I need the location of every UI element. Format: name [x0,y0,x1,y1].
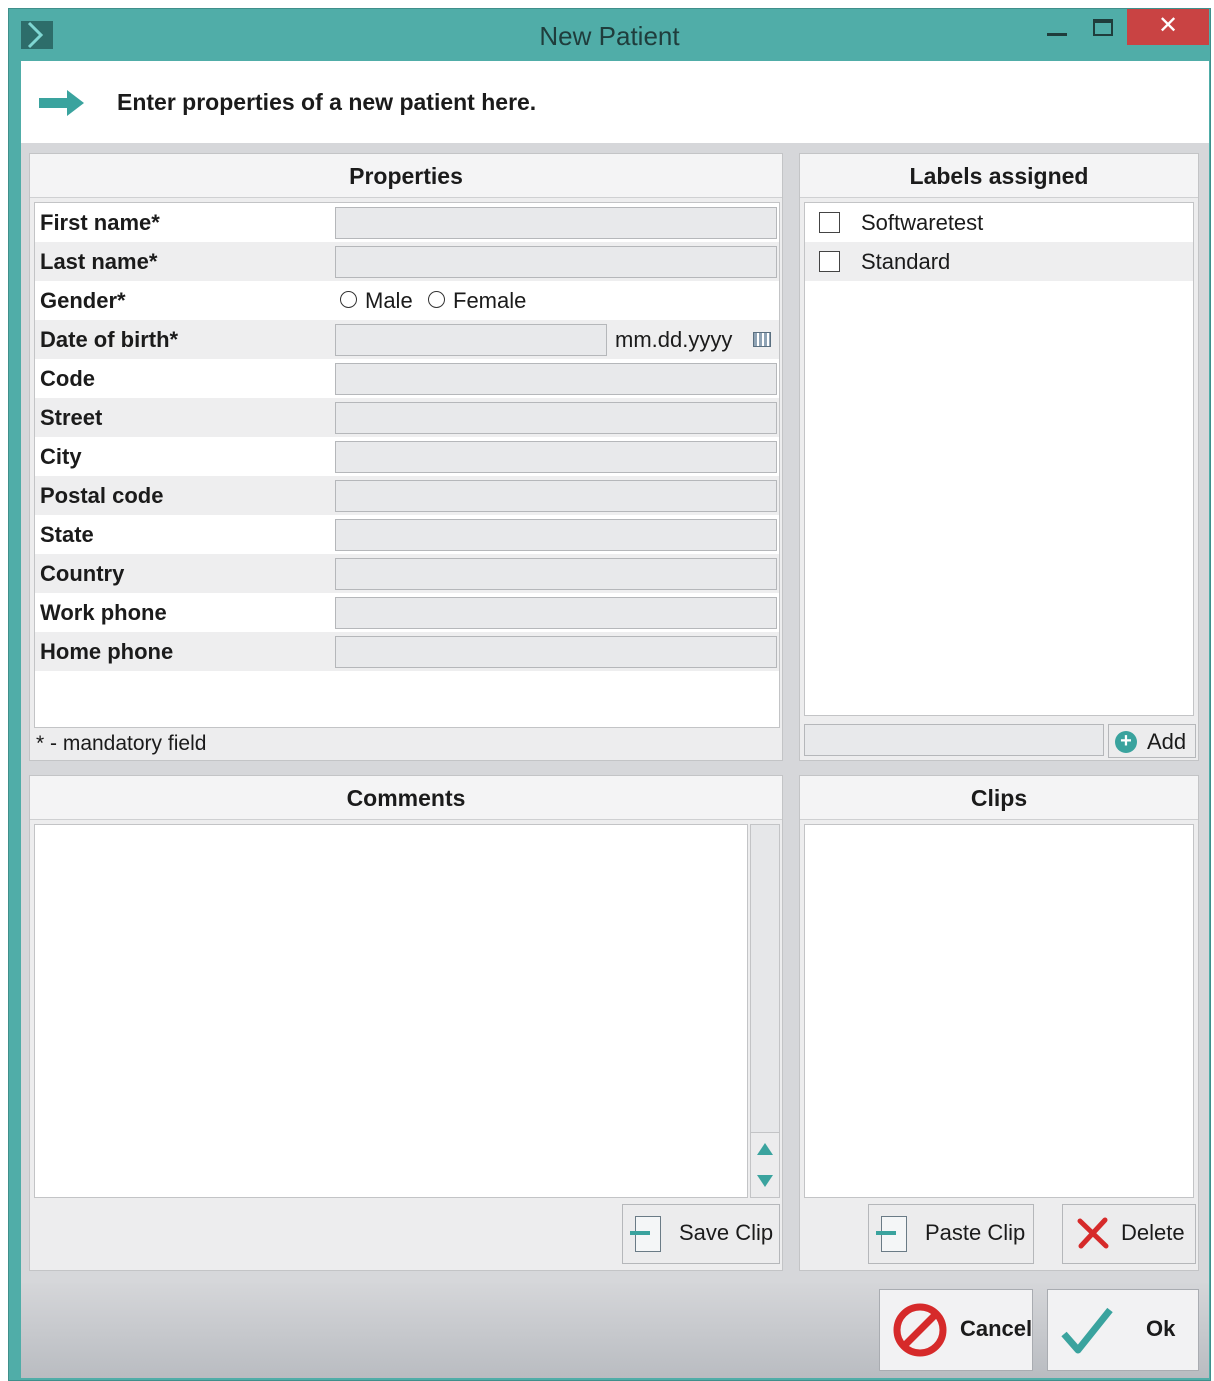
last-name-label: Last name* [40,249,158,274]
clips-title: Clips [800,776,1198,820]
delete-x-icon [1077,1217,1109,1249]
gender-male-label[interactable]: Male [365,288,413,314]
city-label: City [40,444,82,469]
labels-list: Softwaretest Standard [804,202,1194,716]
work-phone-input[interactable] [335,597,777,629]
gender-row: Gender* Male Female [35,281,779,320]
header-instruction: Enter properties of a new patient here. [117,89,537,115]
properties-panel: Properties First name* Last name* Gender… [29,153,783,761]
city-row: City [35,437,779,476]
gender-female-radio[interactable] [428,291,445,308]
save-clip-label: Save Clip [679,1220,774,1245]
clips-list[interactable] [804,824,1194,1198]
scroll-down-icon[interactable] [757,1175,773,1187]
country-label: Country [40,561,125,586]
last-name-input[interactable] [335,246,777,278]
dialog-body: Enter properties of a new patient here. … [21,61,1209,1378]
paste-clip-button[interactable]: Paste Clip [868,1204,1034,1264]
gender-female-label[interactable]: Female [453,288,526,314]
label-item[interactable]: Standard [805,242,1193,281]
labels-title: Labels assigned [800,154,1198,198]
first-name-label: First name* [40,210,160,235]
clips-panel: Clips Paste Clip Delete [799,775,1199,1271]
last-name-row: Last name* [35,242,779,281]
code-row: Code [35,359,779,398]
properties-form: First name* Last name* Gender* Male Fema… [34,202,780,728]
labels-panel: Labels assigned Softwaretest Standard + … [799,153,1199,761]
add-icon: + [1115,731,1137,753]
minimize-button[interactable] [1033,9,1081,45]
maximize-button[interactable] [1081,9,1129,45]
date-of-birth-row: Date of birth* mm.dd.yyyy [35,320,779,359]
minimize-icon [1047,33,1067,36]
street-row: Street [35,398,779,437]
scroll-up-icon[interactable] [757,1143,773,1155]
title-bar[interactable]: New Patient ✕ [9,9,1210,61]
home-phone-row: Home phone [35,632,779,671]
paste-clip-label: Paste Clip [925,1220,1026,1245]
postal-code-row: Postal code [35,476,779,515]
state-row: State [35,515,779,554]
properties-title: Properties [30,154,782,198]
state-label: State [40,522,94,547]
comments-textarea[interactable] [34,824,748,1198]
street-label: Street [40,405,103,430]
maximize-icon [1093,19,1113,36]
window-title: New Patient [539,21,680,51]
street-input[interactable] [335,402,777,434]
ok-button[interactable]: Ok [1047,1289,1199,1371]
scrollbar-track[interactable] [751,825,779,1133]
cancel-icon [893,1303,947,1357]
home-phone-label: Home phone [40,639,174,664]
add-label-button[interactable]: + Add [1108,724,1196,758]
gender-male-radio[interactable] [340,291,357,308]
first-name-row: First name* [35,203,779,242]
label-checkbox[interactable] [819,212,840,233]
code-input[interactable] [335,363,777,395]
dialog-footer: Cancel Ok [21,1283,1209,1378]
close-button[interactable]: ✕ [1127,9,1209,45]
city-input[interactable] [335,441,777,473]
postal-code-input[interactable] [335,480,777,512]
state-input[interactable] [335,519,777,551]
new-label-input[interactable] [804,724,1104,756]
calendar-icon[interactable] [753,332,771,347]
code-label: Code [40,366,95,391]
comments-title: Comments [30,776,782,820]
home-phone-input[interactable] [335,636,777,668]
save-clip-button[interactable]: Save Clip [622,1204,780,1264]
label-item-text: Softwaretest [861,210,984,235]
add-label-text: Add [1147,729,1187,754]
cancel-label: Cancel [960,1316,1033,1341]
arrow-right-icon [39,90,84,116]
label-checkbox[interactable] [819,251,840,272]
date-of-birth-input[interactable] [335,324,607,356]
checkmark-icon [1061,1307,1113,1354]
comments-scrollbar[interactable] [750,824,780,1198]
save-clip-icon [630,1216,661,1252]
country-input[interactable] [335,558,777,590]
delete-clip-button[interactable]: Delete [1062,1204,1196,1264]
mandatory-note: * - mandatory field [36,732,207,755]
label-item[interactable]: Softwaretest [805,203,1193,242]
paste-clip-icon [876,1216,907,1252]
new-patient-window: New Patient ✕ Enter properties of a new … [8,8,1211,1381]
first-name-input[interactable] [335,207,777,239]
date-format-hint: mm.dd.yyyy [615,327,733,352]
date-of-birth-label: Date of birth* [40,327,179,352]
work-phone-row: Work phone [35,593,779,632]
label-item-text: Standard [861,249,951,274]
gender-label: Gender* [40,288,126,313]
dialog-header: Enter properties of a new patient here. [21,61,1209,143]
postal-code-label: Postal code [40,483,164,508]
country-row: Country [35,554,779,593]
comments-panel: Comments Save Clip [29,775,783,1271]
work-phone-label: Work phone [40,600,167,625]
delete-label: Delete [1121,1220,1185,1245]
close-icon: ✕ [1157,11,1179,39]
ok-label: Ok [1146,1316,1176,1341]
cancel-button[interactable]: Cancel [879,1289,1033,1371]
